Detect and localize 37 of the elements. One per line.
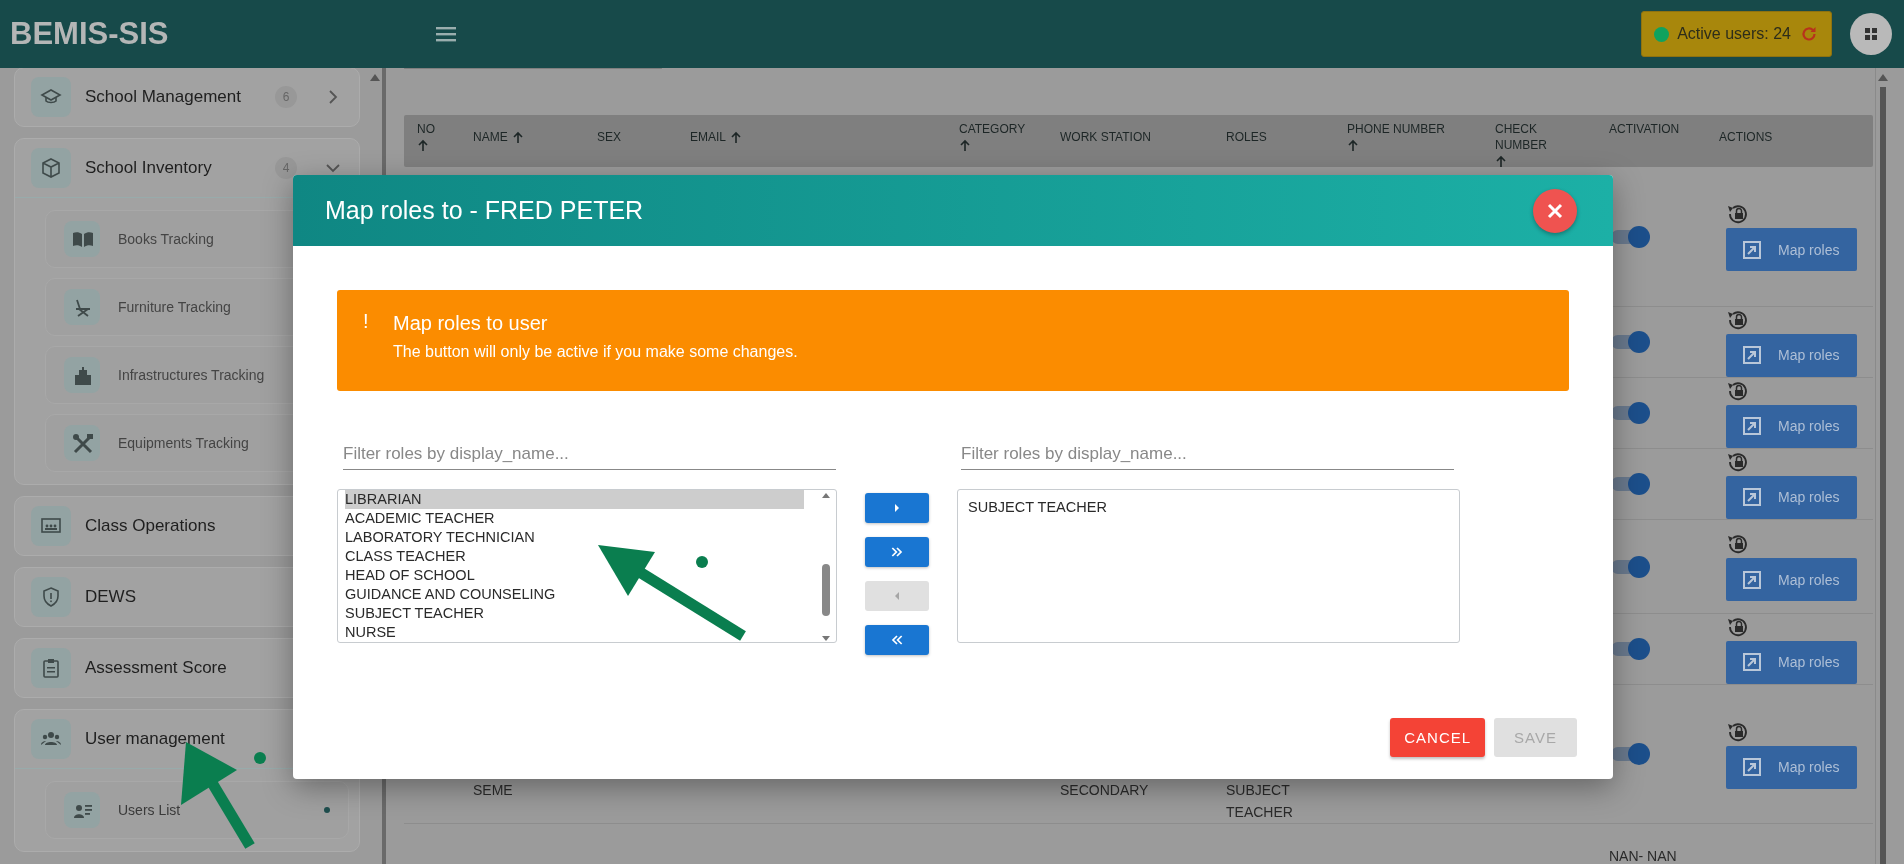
role-list[interactable]: LIBRARIAN ACADEMIC TEACHER LABORATORY TECHNICIAN CLASS TEACHER HEAD OF SCHOOL GUIDANCE AND COUNSELING SUBJECT TEACHER NURSE [337, 489, 837, 643]
sidebar-item[interactable]: Assessment Score [15, 639, 359, 697]
alert-message: The button will only be active if you make some changes. [393, 343, 798, 361]
active-users-label: Active users: 24 [1677, 25, 1791, 43]
map-roles-button[interactable]: Map roles [1726, 333, 1857, 377]
role-option[interactable]: SUBJECT TEACHER [968, 498, 1449, 517]
role-option[interactable]: LIBRARIAN [345, 490, 804, 509]
alert-icon: ! [363, 310, 371, 391]
table-cell: NAN- NAN [1609, 848, 1677, 864]
app-logo: BEMIS-SIS [10, 16, 170, 52]
column-header[interactable]: EMAIL [677, 115, 946, 145]
column-header: SEX [596, 129, 622, 145]
column-header[interactable]: NO [404, 115, 460, 152]
column-header: WORK STATION [1059, 129, 1152, 145]
column-header[interactable]: PHONE NUMBER [1334, 115, 1482, 152]
role-list[interactable]: SUBJECT TEACHER [957, 489, 1460, 643]
column-header: ACTIONS [1718, 129, 1774, 145]
table-cell-text: SUBJECT TEACHER [1226, 781, 1294, 822]
role-option[interactable]: NURSE [345, 623, 804, 642]
map-roles-button[interactable]: Map roles [1726, 558, 1857, 601]
table-cell-text: SEME [473, 781, 513, 800]
active-users-badge[interactable]: Active users: 24 [1641, 11, 1832, 57]
map-roles-button[interactable]: Map roles [1726, 228, 1857, 271]
column-header: ROLES [1225, 129, 1268, 145]
column-header[interactable]: CATEGORY [946, 115, 1047, 152]
sidebar-subitem[interactable]: Users List [45, 781, 349, 839]
map-roles-button[interactable]: Map roles [1726, 404, 1857, 448]
map-roles-button[interactable]: Map roles [1726, 640, 1857, 684]
table-cell-text: SECONDARY [1060, 781, 1149, 800]
map-roles-button[interactable]: Map roles [1726, 475, 1857, 519]
cancel-button[interactable]: CANCEL [1390, 718, 1486, 757]
map-roles-button[interactable]: Map roles [1726, 745, 1857, 789]
sidebar-item[interactable]: User management [15, 710, 359, 768]
column-header[interactable]: CHECK NUMBER [1482, 115, 1581, 168]
column-header[interactable]: NAME [460, 115, 584, 145]
alert-title: Map roles to user [393, 312, 549, 335]
column-header: ACTIVATION [1608, 121, 1681, 137]
